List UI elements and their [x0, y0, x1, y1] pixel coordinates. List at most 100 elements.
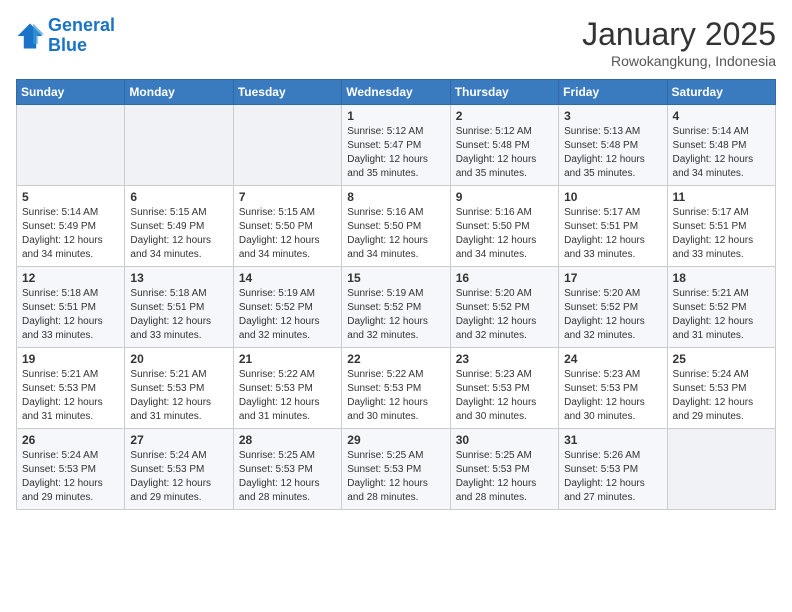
calendar-cell: 2Sunrise: 5:12 AM Sunset: 5:48 PM Daylig… — [450, 105, 558, 186]
day-number: 1 — [347, 109, 444, 123]
calendar-cell: 18Sunrise: 5:21 AM Sunset: 5:52 PM Dayli… — [667, 267, 775, 348]
day-number: 3 — [564, 109, 661, 123]
calendar-cell: 3 Sunrise: 5:13 AM Sunset: 5:48 PM Daylig… — [559, 105, 667, 186]
calendar-cell: 27Sunrise: 5:24 AM Sunset: 5:53 PM Dayli… — [125, 429, 233, 510]
day-number: 24 — [564, 352, 661, 366]
day-info: Sunrise: 5:21 AM Sunset: 5:53 PM Dayligh… — [130, 368, 227, 424]
calendar-cell: 21 Sunrise: 5:22 AM Sunset: 5:53 PM Dayli… — [233, 348, 341, 429]
day-number: 31 — [564, 433, 661, 447]
calendar-cell: 10 Sunrise: 5:17 AM Sunset: 5:51 PM Dayli… — [559, 186, 667, 267]
calendar-cell: 24Sunrise: 5:23 AM Sunset: 5:53 PM Dayli… — [559, 348, 667, 429]
day-info: Sunrise: 5:21 AM Sunset: 5:53 PM Dayligh… — [22, 368, 119, 424]
weekday-header-sunday: Sunday — [17, 80, 125, 105]
weekday-header-row: SundayMondayTuesdayWednesdayThursdayFrid… — [17, 80, 776, 105]
calendar-cell: 8 Sunrise: 5:16 AM Sunset: 5:50 PM Daylig… — [342, 186, 450, 267]
calendar-cell — [233, 105, 341, 186]
calendar-cell: 15Sunrise: 5:19 AM Sunset: 5:52 PM Dayli… — [342, 267, 450, 348]
day-info: Sunrise: 5:25 AM Sunset: 5:53 PM Dayligh… — [239, 449, 336, 505]
title-area: January 2025 Rowokangkung, Indonesia — [582, 16, 776, 69]
day-number: 27 — [130, 433, 227, 447]
location-subtitle: Rowokangkung, Indonesia — [582, 53, 776, 69]
day-info: Sunrise: 5:13 AM Sunset: 5:48 PM Dayligh… — [564, 125, 661, 181]
day-info: Sunrise: 5:12 AM Sunset: 5:47 PM Dayligh… — [347, 125, 444, 181]
logo: General Blue — [16, 16, 115, 56]
calendar-week-4: 19 Sunrise: 5:21 AM Sunset: 5:53 PM Dayli… — [17, 348, 776, 429]
calendar-cell — [17, 105, 125, 186]
day-info: Sunrise: 5:23 AM Sunset: 5:53 PM Dayligh… — [456, 368, 553, 424]
calendar-cell: 22 Sunrise: 5:22 AM Sunset: 5:53 PM Dayli… — [342, 348, 450, 429]
weekday-header-monday: Monday — [125, 80, 233, 105]
calendar-cell: 13 Sunrise: 5:18 AM Sunset: 5:51 PM Dayli… — [125, 267, 233, 348]
month-title: January 2025 — [582, 16, 776, 53]
calendar-cell: 4 Sunrise: 5:14 AM Sunset: 5:48 PM Daylig… — [667, 105, 775, 186]
day-info: Sunrise: 5:20 AM Sunset: 5:52 PM Dayligh… — [456, 287, 553, 343]
day-info: Sunrise: 5:15 AM Sunset: 5:49 PM Dayligh… — [130, 206, 227, 262]
calendar-cell: 30 Sunrise: 5:25 AM Sunset: 5:53 PM Dayli… — [450, 429, 558, 510]
calendar-cell: 19 Sunrise: 5:21 AM Sunset: 5:53 PM Dayli… — [17, 348, 125, 429]
day-info: Sunrise: 5:16 AM Sunset: 5:50 PM Dayligh… — [347, 206, 444, 262]
calendar-cell — [667, 429, 775, 510]
day-number: 30 — [456, 433, 553, 447]
day-number: 25 — [673, 352, 770, 366]
day-info: Sunrise: 5:21 AM Sunset: 5:52 PM Dayligh… — [673, 287, 770, 343]
day-number: 9 — [456, 190, 553, 204]
logo-icon — [16, 22, 44, 50]
day-number: 21 — [239, 352, 336, 366]
day-number: 4 — [673, 109, 770, 123]
calendar-cell: 31 Sunrise: 5:26 AM Sunset: 5:53 PM Dayli… — [559, 429, 667, 510]
calendar-cell: 11Sunrise: 5:17 AM Sunset: 5:51 PM Dayli… — [667, 186, 775, 267]
weekday-header-friday: Friday — [559, 80, 667, 105]
day-number: 17 — [564, 271, 661, 285]
day-info: Sunrise: 5:18 AM Sunset: 5:51 PM Dayligh… — [22, 287, 119, 343]
day-number: 22 — [347, 352, 444, 366]
day-number: 7 — [239, 190, 336, 204]
weekday-header-tuesday: Tuesday — [233, 80, 341, 105]
day-number: 20 — [130, 352, 227, 366]
day-info: Sunrise: 5:17 AM Sunset: 5:51 PM Dayligh… — [673, 206, 770, 262]
calendar-week-1: 1 Sunrise: 5:12 AM Sunset: 5:47 PM Daylig… — [17, 105, 776, 186]
day-info: Sunrise: 5:14 AM Sunset: 5:49 PM Dayligh… — [22, 206, 119, 262]
weekday-header-saturday: Saturday — [667, 80, 775, 105]
calendar-cell: 5 Sunrise: 5:14 AM Sunset: 5:49 PM Daylig… — [17, 186, 125, 267]
weekday-header-thursday: Thursday — [450, 80, 558, 105]
day-number: 16 — [456, 271, 553, 285]
day-info: Sunrise: 5:14 AM Sunset: 5:48 PM Dayligh… — [673, 125, 770, 181]
day-info: Sunrise: 5:22 AM Sunset: 5:53 PM Dayligh… — [239, 368, 336, 424]
day-info: Sunrise: 5:25 AM Sunset: 5:53 PM Dayligh… — [456, 449, 553, 505]
day-info: Sunrise: 5:19 AM Sunset: 5:52 PM Dayligh… — [239, 287, 336, 343]
header: General Blue January 2025 Rowokangkung, … — [16, 16, 776, 69]
calendar-cell: 23 Sunrise: 5:23 AM Sunset: 5:53 PM Dayli… — [450, 348, 558, 429]
calendar-cell: 28 Sunrise: 5:25 AM Sunset: 5:53 PM Dayli… — [233, 429, 341, 510]
day-number: 5 — [22, 190, 119, 204]
day-info: Sunrise: 5:26 AM Sunset: 5:53 PM Dayligh… — [564, 449, 661, 505]
calendar-week-5: 26Sunrise: 5:24 AM Sunset: 5:53 PM Dayli… — [17, 429, 776, 510]
day-number: 29 — [347, 433, 444, 447]
calendar-cell: 7 Sunrise: 5:15 AM Sunset: 5:50 PM Daylig… — [233, 186, 341, 267]
day-number: 26 — [22, 433, 119, 447]
day-info: Sunrise: 5:18 AM Sunset: 5:51 PM Dayligh… — [130, 287, 227, 343]
day-number: 19 — [22, 352, 119, 366]
day-info: Sunrise: 5:22 AM Sunset: 5:53 PM Dayligh… — [347, 368, 444, 424]
day-info: Sunrise: 5:24 AM Sunset: 5:53 PM Dayligh… — [673, 368, 770, 424]
day-number: 14 — [239, 271, 336, 285]
day-number: 28 — [239, 433, 336, 447]
logo-blue: Blue — [48, 36, 115, 56]
day-info: Sunrise: 5:17 AM Sunset: 5:51 PM Dayligh… — [564, 206, 661, 262]
day-number: 8 — [347, 190, 444, 204]
day-number: 2 — [456, 109, 553, 123]
day-info: Sunrise: 5:20 AM Sunset: 5:52 PM Dayligh… — [564, 287, 661, 343]
day-number: 23 — [456, 352, 553, 366]
calendar-cell — [125, 105, 233, 186]
calendar-cell: 14 Sunrise: 5:19 AM Sunset: 5:52 PM Dayli… — [233, 267, 341, 348]
calendar-cell: 25 Sunrise: 5:24 AM Sunset: 5:53 PM Dayli… — [667, 348, 775, 429]
calendar-cell: 20 Sunrise: 5:21 AM Sunset: 5:53 PM Dayli… — [125, 348, 233, 429]
day-info: Sunrise: 5:15 AM Sunset: 5:50 PM Dayligh… — [239, 206, 336, 262]
calendar-week-2: 5 Sunrise: 5:14 AM Sunset: 5:49 PM Daylig… — [17, 186, 776, 267]
day-number: 13 — [130, 271, 227, 285]
day-info: Sunrise: 5:25 AM Sunset: 5:53 PM Dayligh… — [347, 449, 444, 505]
calendar-cell: 16 Sunrise: 5:20 AM Sunset: 5:52 PM Dayli… — [450, 267, 558, 348]
calendar-cell: 12Sunrise: 5:18 AM Sunset: 5:51 PM Dayli… — [17, 267, 125, 348]
calendar-week-3: 12Sunrise: 5:18 AM Sunset: 5:51 PM Dayli… — [17, 267, 776, 348]
day-number: 10 — [564, 190, 661, 204]
calendar-cell: 6Sunrise: 5:15 AM Sunset: 5:49 PM Daylig… — [125, 186, 233, 267]
